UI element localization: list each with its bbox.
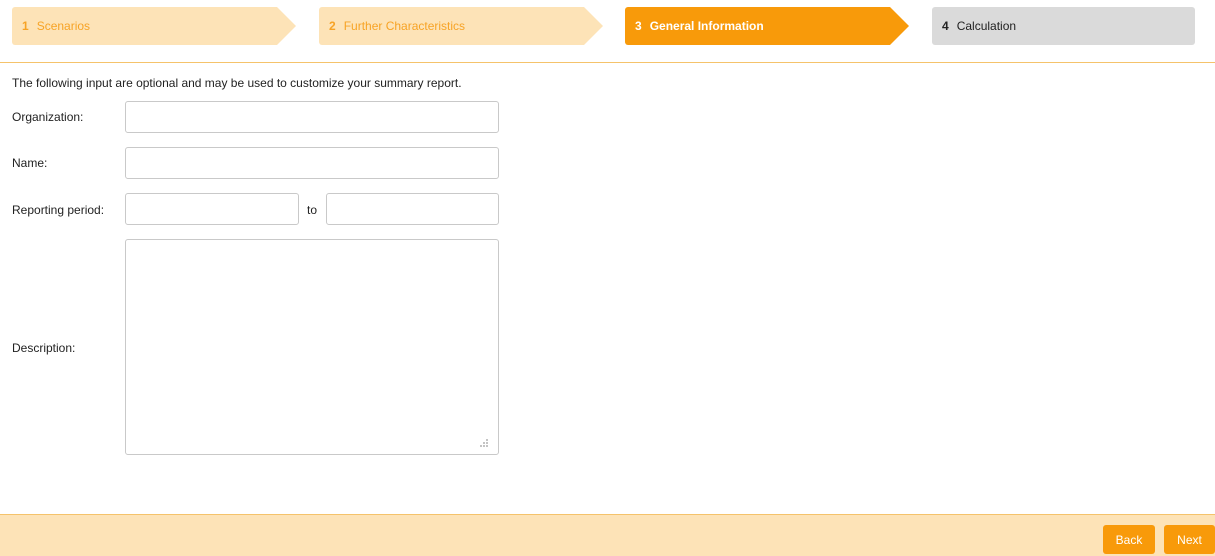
footer-bar [0,514,1215,556]
reporting-period-from-input[interactable] [125,193,299,225]
step-label: General Information [649,19,764,33]
step-scenarios[interactable]: 1 Scenarios [12,7,296,45]
name-input[interactable] [125,147,499,179]
step-label: Scenarios [36,19,91,33]
header-divider [0,62,1215,63]
reporting-period-to-label: to [307,203,318,217]
reporting-period-label: Reporting period: [12,203,105,217]
intro-text: The following input are optional and may… [12,76,462,90]
step-number: 4 [942,19,949,33]
step-number: 2 [329,19,336,33]
wizard-steps: 1 Scenarios 2 Further Characteristics 3 … [0,0,1215,60]
report-wizard-page: 1 Scenarios 2 Further Characteristics 3 … [0,0,1215,556]
step-label: Calculation [956,19,1017,33]
reporting-period-to-input[interactable] [326,193,499,225]
next-button[interactable]: Next [1164,525,1215,554]
organization-label: Organization: [12,110,84,124]
description-label: Description: [12,341,76,355]
organization-input[interactable] [125,101,499,133]
name-label: Name: [12,156,48,170]
step-further-characteristics[interactable]: 2 Further Characteristics [319,7,603,45]
resize-grip-icon[interactable] [477,437,489,449]
step-general-information[interactable]: 3 General Information [625,7,909,45]
step-number: 1 [22,19,29,33]
description-textarea[interactable] [125,239,499,455]
step-number: 3 [635,19,642,33]
step-label: Further Characteristics [343,19,466,33]
step-calculation[interactable]: 4 Calculation [932,7,1195,45]
back-button[interactable]: Back [1103,525,1155,554]
